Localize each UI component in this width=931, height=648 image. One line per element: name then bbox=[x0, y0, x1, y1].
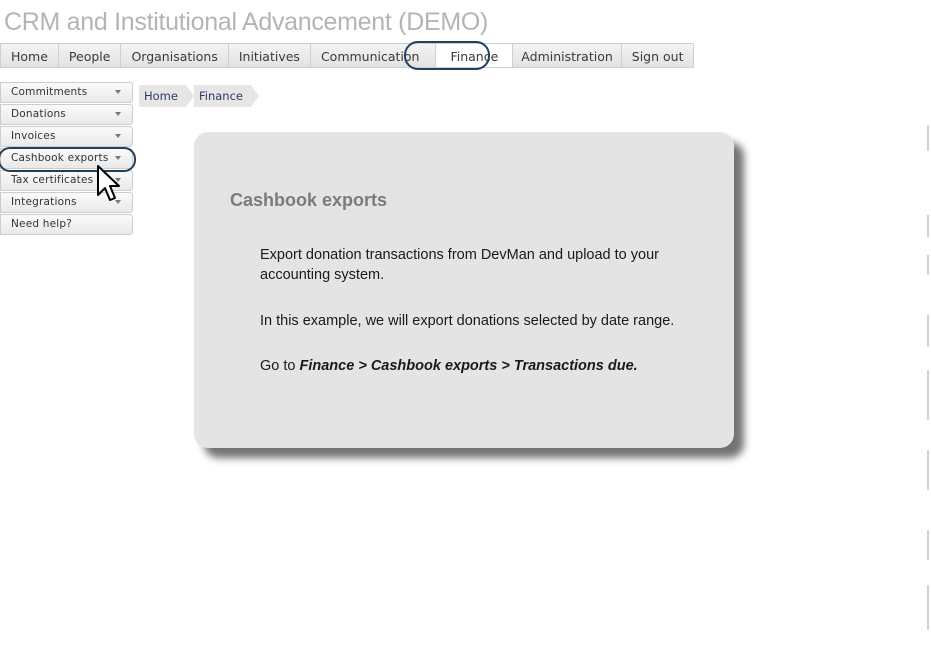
sidebar-item-invoices[interactable]: Invoices bbox=[0, 126, 133, 147]
edge-fragment bbox=[927, 450, 929, 490]
app-title: CRM and Institutional Advancement (DEMO) bbox=[4, 8, 489, 36]
tab-people[interactable]: People bbox=[58, 43, 122, 68]
mouse-pointer-icon bbox=[97, 165, 120, 201]
info-card: Cashbook exports Export donation transac… bbox=[194, 132, 734, 448]
chevron-down-icon bbox=[115, 134, 121, 138]
navigation-path: Finance > Cashbook exports > Transaction… bbox=[299, 358, 638, 374]
top-navigation: Home People Organisations Initiatives Co… bbox=[0, 43, 695, 69]
sidebar-item-label: Need help? bbox=[11, 218, 73, 230]
sidebar-item-label: Donations bbox=[11, 108, 66, 120]
tab-communication[interactable]: Communication bbox=[310, 43, 437, 68]
sidebar-item-need-help[interactable]: Need help? bbox=[0, 214, 133, 235]
chevron-down-icon bbox=[115, 90, 121, 94]
tab-home[interactable]: Home bbox=[0, 43, 59, 68]
edge-fragment bbox=[927, 125, 929, 151]
card-paragraph-1: Export donation transactions from DevMan… bbox=[260, 247, 659, 283]
edge-fragment bbox=[927, 585, 929, 630]
card-paragraph-3: Go to Finance > Cashbook exports > Trans… bbox=[260, 356, 700, 376]
tab-organisations[interactable]: Organisations bbox=[121, 43, 229, 68]
sidebar-item-label: Integrations bbox=[11, 196, 77, 208]
edge-fragment bbox=[927, 255, 929, 275]
tab-administration[interactable]: Administration bbox=[513, 43, 622, 68]
sidebar-item-label: Cashbook exports bbox=[11, 152, 109, 164]
tab-sign-out[interactable]: Sign out bbox=[621, 43, 695, 68]
edge-fragment bbox=[927, 215, 929, 237]
sidebar-item-label: Commitments bbox=[11, 86, 88, 98]
tab-finance[interactable]: Finance bbox=[436, 43, 514, 68]
sidebar: Commitments Donations Invoices Cashbook … bbox=[0, 82, 133, 236]
edge-fragment bbox=[927, 315, 929, 347]
sidebar-item-commitments[interactable]: Commitments bbox=[0, 82, 133, 103]
sidebar-item-label: Invoices bbox=[11, 130, 56, 142]
chevron-down-icon bbox=[115, 112, 121, 116]
edge-fragment bbox=[927, 530, 929, 560]
breadcrumb: Home Finance bbox=[139, 85, 261, 107]
breadcrumb-home[interactable]: Home bbox=[139, 85, 194, 107]
instruction-prefix: Go to bbox=[260, 358, 300, 374]
sidebar-item-label: Tax certificates bbox=[11, 174, 94, 186]
card-paragraph-2: In this example, we will export donation… bbox=[260, 313, 675, 329]
tab-initiatives[interactable]: Initiatives bbox=[228, 43, 311, 68]
card-title: Cashbook exports bbox=[230, 190, 388, 210]
chevron-down-icon bbox=[115, 156, 121, 160]
breadcrumb-finance[interactable]: Finance bbox=[193, 85, 259, 107]
edge-fragment bbox=[927, 370, 929, 420]
sidebar-item-donations[interactable]: Donations bbox=[0, 104, 133, 125]
